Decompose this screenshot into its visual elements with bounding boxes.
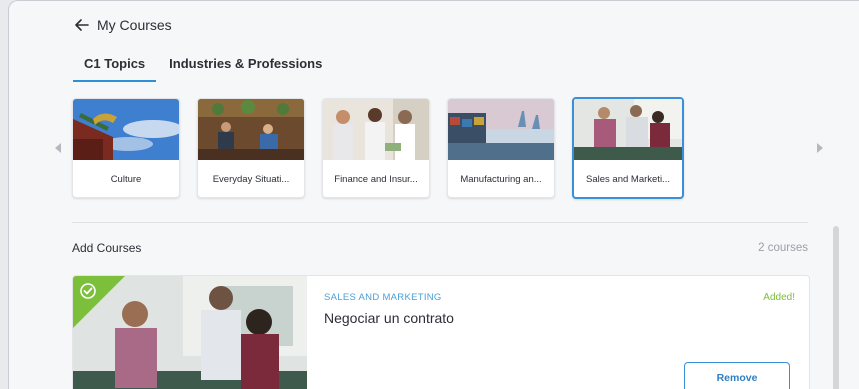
scrollbar[interactable] xyxy=(833,226,839,389)
topic-tabs: C1 Topics Industries & Professions xyxy=(73,53,333,82)
topic-label: Culture xyxy=(110,174,142,185)
everyday-thumbnail xyxy=(198,99,304,160)
topic-label: Manufacturing an... xyxy=(460,174,542,185)
sales-thumbnail xyxy=(574,99,682,160)
course-category: SALES AND MARKETING xyxy=(324,292,442,303)
topic-label: Sales and Marketi... xyxy=(586,174,670,185)
topic-label: Finance and Insur... xyxy=(334,174,418,185)
section-divider xyxy=(72,222,808,223)
topic-card-manufacturing[interactable]: Manufacturing an... xyxy=(447,98,555,198)
carousel-prev-button[interactable] xyxy=(53,138,63,158)
caret-left-icon xyxy=(55,143,61,153)
course-card: SALES AND MARKETING Negociar un contrato… xyxy=(72,275,810,389)
finance-thumbnail xyxy=(323,99,429,160)
tab-c1-topics[interactable]: C1 Topics xyxy=(73,53,157,82)
topic-card-sales-marketing[interactable]: Sales and Marketi... xyxy=(572,97,684,199)
carousel-next-button[interactable] xyxy=(815,138,825,158)
add-courses-title: Add Courses xyxy=(72,241,142,255)
back-label: My Courses xyxy=(97,17,172,33)
topic-card-finance-insurance[interactable]: Finance and Insur... xyxy=(322,98,430,198)
topic-label: Everyday Situati... xyxy=(212,174,290,185)
course-title: Negociar un contrato xyxy=(324,310,454,326)
topic-carousel: Culture Everyday Situati... Finance and … xyxy=(72,97,684,199)
course-count: 2 courses xyxy=(758,242,808,254)
tab-industries-professions[interactable]: Industries & Professions xyxy=(158,53,333,82)
topic-card-culture[interactable]: Culture xyxy=(72,98,180,198)
arrow-left-icon xyxy=(75,19,89,31)
culture-thumbnail xyxy=(73,99,179,160)
remove-button[interactable]: Remove xyxy=(684,362,790,389)
manufacturing-thumbnail xyxy=(448,99,554,160)
added-check-badge xyxy=(73,276,125,328)
course-image xyxy=(73,276,307,389)
back-link[interactable]: My Courses xyxy=(75,17,172,33)
added-status: Added! xyxy=(763,292,795,303)
caret-right-icon xyxy=(817,143,823,153)
app-window: My Courses C1 Topics Industries & Profes… xyxy=(8,0,859,389)
topic-card-everyday-situations[interactable]: Everyday Situati... xyxy=(197,98,305,198)
